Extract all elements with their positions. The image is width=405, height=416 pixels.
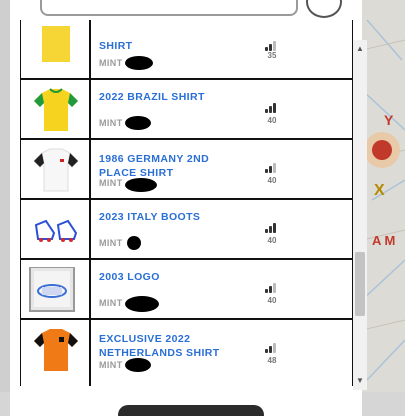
redacted-value	[127, 236, 141, 250]
mint-label: MINT	[99, 238, 123, 248]
signal-icon	[265, 219, 279, 233]
netherlands-shirt-icon	[21, 320, 91, 386]
signal-icon	[265, 339, 279, 353]
item-title: 1986 GERMANY 2ND PLACE SHIRT	[99, 153, 210, 179]
boots-icon	[21, 200, 91, 258]
redacted-value	[125, 296, 159, 312]
brazil-shirt-icon	[21, 80, 91, 138]
signal-icon	[265, 159, 279, 173]
yellow-shirt-icon	[21, 20, 91, 78]
item-count: 40	[267, 296, 277, 305]
search-input[interactable]	[40, 0, 298, 16]
map-background: Y X A M	[362, 0, 405, 416]
mint-label: MINT	[99, 118, 123, 128]
app-screen: Y X A M SHIRT MINT 35 2022 BRAZIL SHIRT …	[0, 0, 405, 416]
redacted-value	[125, 178, 157, 192]
inventory-panel: SHIRT MINT 35 2022 BRAZIL SHIRT MINT 40 …	[10, 0, 367, 416]
redacted-value	[125, 116, 151, 130]
item-title: SHIRT	[99, 40, 133, 52]
item-count: 48	[267, 356, 277, 365]
mint-label: MINT	[99, 360, 123, 370]
signal-icon	[265, 279, 279, 293]
signal-icon	[265, 99, 279, 113]
item-count: 40	[267, 236, 277, 245]
item-title: 2022 BRAZIL SHIRT	[99, 91, 205, 103]
item-title: 2003 LOGO	[99, 271, 160, 283]
list-item[interactable]: 2003 LOGO MINT 40	[21, 260, 352, 320]
scroll-up-icon[interactable]: ▲	[353, 44, 367, 54]
redacted-value	[125, 56, 153, 70]
svg-text:Y: Y	[384, 112, 394, 128]
logo-icon	[21, 260, 91, 318]
svg-text:X: X	[374, 182, 385, 199]
item-list: SHIRT MINT 35 2022 BRAZIL SHIRT MINT 40 …	[20, 20, 353, 386]
list-scrollbar[interactable]: ▲ ▼	[353, 40, 367, 390]
list-item[interactable]: 2023 ITALY BOOTS MINT 40	[21, 200, 352, 260]
filter-button[interactable]	[306, 0, 342, 18]
item-title: 2023 ITALY BOOTS	[99, 211, 201, 223]
redacted-value	[125, 358, 151, 372]
item-count: 40	[267, 116, 277, 125]
list-item[interactable]: 2022 BRAZIL SHIRT MINT 40	[21, 80, 352, 140]
list-item[interactable]: SHIRT MINT 35	[21, 20, 352, 80]
item-title: EXCLUSIVE 2022 NETHERLANDS SHIRT	[99, 333, 220, 359]
list-item[interactable]: 1986 GERMANY 2ND PLACE SHIRT MINT 40	[21, 140, 352, 200]
scroll-thumb[interactable]	[355, 252, 365, 316]
bottom-action-button[interactable]	[118, 405, 264, 416]
item-count: 35	[267, 51, 277, 60]
scroll-down-icon[interactable]: ▼	[353, 376, 367, 386]
mint-label: MINT	[99, 58, 123, 68]
left-background	[0, 0, 10, 416]
signal-icon	[265, 37, 279, 51]
list-item[interactable]: EXCLUSIVE 2022 NETHERLANDS SHIRT MINT 48	[21, 320, 352, 386]
svg-text:A M: A M	[372, 233, 395, 248]
mint-label: MINT	[99, 178, 123, 188]
item-count: 40	[267, 176, 277, 185]
mint-label: MINT	[99, 298, 123, 308]
germany-shirt-icon	[21, 140, 91, 198]
